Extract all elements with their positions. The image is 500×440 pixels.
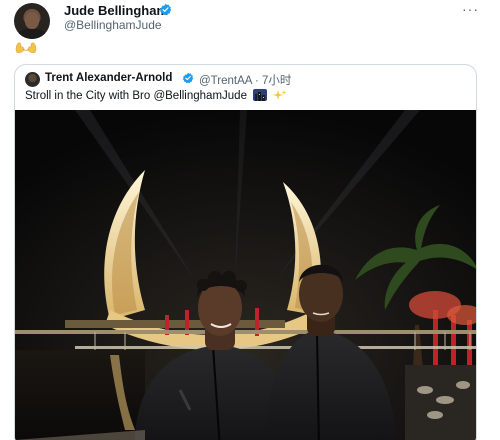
quoted-text-content: Stroll in the City with Bro @BellinghamJ… bbox=[25, 90, 247, 102]
night-city-photo bbox=[15, 110, 476, 440]
night-city-icon bbox=[253, 89, 268, 101]
flexed-arms-icon bbox=[15, 42, 37, 53]
avatar-face bbox=[25, 12, 39, 29]
quoted-tweet[interactable]: Trent Alexander-Arnold @TrentAA · 7小时 St… bbox=[14, 64, 477, 440]
quoted-author-name[interactable]: Trent Alexander-Arnold bbox=[45, 72, 172, 84]
verified-badge-icon bbox=[182, 72, 194, 84]
more-options-icon[interactable]: ··· bbox=[462, 1, 479, 17]
avatar-shirt bbox=[18, 29, 46, 39]
author-avatar[interactable] bbox=[14, 3, 50, 39]
quoted-tweet-text: Stroll in the City with Bro @BellinghamJ… bbox=[25, 89, 287, 102]
quoted-author-avatar[interactable] bbox=[25, 72, 40, 87]
tweet: Jude Bellingham @BellinghamJude ··· Tren… bbox=[0, 0, 500, 440]
quoted-handle-time[interactable]: @TrentAA · 7小时 bbox=[199, 72, 291, 88]
author-name[interactable]: Jude Bellingham bbox=[64, 3, 168, 18]
author-handle[interactable]: @BellinghamJude bbox=[64, 18, 162, 32]
sparkles-icon bbox=[273, 90, 287, 100]
tweet-photo[interactable] bbox=[15, 110, 476, 440]
verified-badge-icon bbox=[159, 3, 172, 16]
